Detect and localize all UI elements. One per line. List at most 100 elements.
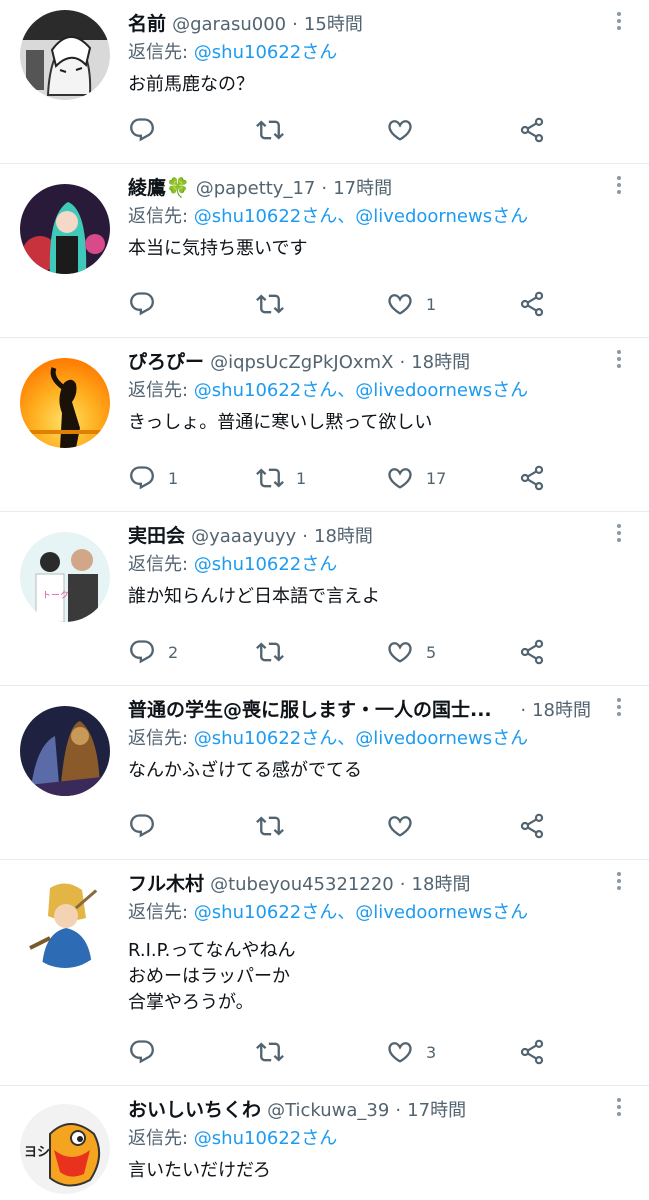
timestamp[interactable]: 18時間 [532, 700, 591, 721]
timestamp[interactable]: 18時間 [411, 352, 470, 373]
like-button[interactable]: 5 [386, 636, 436, 668]
more-options-icon[interactable] [615, 872, 623, 894]
user-handle[interactable]: @tubeyou45321220 [210, 874, 394, 895]
avatar[interactable]: ヨシ [20, 1104, 110, 1194]
retweet-button[interactable]: 1 [256, 462, 306, 494]
user-handle[interactable]: @garasu000 [172, 14, 286, 35]
reply-button[interactable] [128, 114, 168, 146]
reply-to-link[interactable]: @shu10622さん [194, 1128, 337, 1149]
share-button[interactable] [518, 1036, 546, 1068]
share-button[interactable] [518, 810, 546, 842]
display-name[interactable]: 名前 [128, 13, 166, 35]
like-count: 3 [426, 1042, 437, 1062]
reply-to-link[interactable]: @shu10622さん、@livedoornewsさん [194, 902, 528, 923]
retweet-button[interactable] [256, 810, 296, 842]
retweet-count: 1 [296, 468, 307, 488]
reply-to-link[interactable]: @shu10622さん、@livedoornewsさん [194, 206, 528, 227]
tweet-header: フル木村 @tubeyou45321220 · 18時間 [128, 870, 609, 898]
reply-to-line: 返信先: @shu10622さん [128, 1126, 629, 1152]
retweet-icon [256, 1038, 284, 1066]
reply-to-link[interactable]: @shu10622さん [194, 42, 337, 63]
reply-to-line: 返信先: @shu10622さん、@livedoornewsさん [128, 900, 629, 926]
reply-button[interactable]: 2 [128, 636, 178, 668]
heart-icon [386, 1038, 414, 1066]
retweet-button[interactable] [256, 1036, 296, 1068]
share-icon [518, 464, 546, 492]
display-name[interactable]: 普通の学生@喪に服します・一人の国士... [128, 696, 492, 724]
heart-icon [386, 464, 414, 492]
tweet-item[interactable]: ヨシ おいしいちくわ @Tickuwa_39 · 17時間 返信先: @shu1… [0, 1086, 649, 1200]
like-button[interactable] [386, 810, 426, 842]
retweet-icon [256, 638, 284, 666]
reply-button[interactable] [128, 1036, 168, 1068]
reply-to-link[interactable]: @shu10622さん [194, 554, 337, 575]
display-name[interactable]: ぴろぴー [128, 351, 204, 373]
tweet-item[interactable]: フル木村 @tubeyou45321220 · 18時間 返信先: @shu10… [0, 860, 649, 1086]
tweet-header: 名前 @garasu000 · 15時間 [128, 10, 609, 38]
reply-button[interactable] [128, 810, 168, 842]
avatar[interactable]: トーク [20, 532, 110, 622]
avatar[interactable] [20, 706, 110, 796]
like-button[interactable]: 3 [386, 1036, 436, 1068]
display-name[interactable]: おいしいちくわ [128, 1099, 261, 1121]
retweet-icon [256, 464, 284, 492]
like-button[interactable]: 17 [386, 462, 446, 494]
like-count: 17 [426, 468, 447, 488]
user-handle[interactable]: @iqpsUcZgPkJOxmX [210, 352, 393, 373]
more-options-icon[interactable] [615, 698, 623, 720]
timestamp[interactable]: 15時間 [304, 14, 363, 35]
tweet-item[interactable]: ぴろぴー @iqpsUcZgPkJOxmX · 18時間 返信先: @shu10… [0, 338, 649, 512]
timestamp[interactable]: 18時間 [412, 874, 471, 895]
reply-button[interactable]: 1 [128, 462, 178, 494]
avatar[interactable] [20, 878, 110, 968]
avatar[interactable] [20, 10, 110, 100]
display-name[interactable]: フル木村 [128, 873, 204, 895]
reply-prefix: 返信先: [128, 1128, 194, 1149]
more-options-icon[interactable] [615, 1098, 623, 1120]
tweet-item[interactable]: トーク 実田会 @yaaayuyy · 18時間 返信先: @shu10622さ… [0, 512, 649, 686]
tweet-item[interactable]: 普通の学生@喪に服します・一人の国士... · 18時間 返信先: @shu10… [0, 686, 649, 860]
retweet-button[interactable] [256, 114, 296, 146]
reply-to-link[interactable]: @shu10622さん、@livedoornewsさん [194, 380, 528, 401]
display-name[interactable]: 実田会 [128, 525, 185, 547]
retweet-button[interactable] [256, 288, 296, 320]
reply-to-link[interactable]: @shu10622さん、@livedoornewsさん [194, 728, 528, 749]
retweet-button[interactable] [256, 636, 296, 668]
reply-prefix: 返信先: [128, 554, 194, 575]
more-options-icon[interactable] [615, 12, 623, 34]
more-options-icon[interactable] [615, 350, 623, 372]
reply-button[interactable] [128, 288, 168, 320]
heart-icon [386, 812, 414, 840]
user-handle[interactable]: @yaaayuyy [191, 526, 296, 547]
share-button[interactable] [518, 288, 546, 320]
heart-icon [386, 116, 414, 144]
avatar[interactable] [20, 184, 110, 274]
tweet-text: なんかふざけてる感がでてる [128, 760, 362, 781]
avatar[interactable] [20, 358, 110, 448]
display-name[interactable]: 綾鷹 [128, 177, 166, 199]
tweet-actions [128, 810, 629, 842]
timestamp[interactable]: 17時間 [333, 178, 392, 199]
tweet-actions: 2 5 [128, 636, 629, 668]
user-handle[interactable]: @Tickuwa_39 [267, 1100, 389, 1121]
more-options-icon[interactable] [615, 176, 623, 198]
tweet-text: 誰か知らんけど日本語で言えよ [128, 586, 380, 607]
more-options-icon[interactable] [615, 524, 623, 546]
share-icon [518, 1038, 546, 1066]
share-button[interactable] [518, 462, 546, 494]
like-button[interactable] [386, 114, 426, 146]
tweet-text: 本当に気持ち悪いです [128, 238, 308, 259]
user-handle[interactable]: @papetty_17 [196, 178, 316, 199]
share-icon [518, 290, 546, 318]
reply-prefix: 返信先: [128, 728, 194, 749]
tweet-item[interactable]: 名前 @garasu000 · 15時間 返信先: @shu10622さん お前… [0, 0, 649, 164]
share-button[interactable] [518, 636, 546, 668]
reply-prefix: 返信先: [128, 42, 194, 63]
avatar-logo-text: ヨシ [24, 1145, 50, 1160]
share-button[interactable] [518, 114, 546, 146]
tweet-item[interactable]: 綾鷹🍀 @papetty_17 · 17時間 返信先: @shu10622さん、… [0, 164, 649, 338]
reply-to-line: 返信先: @shu10622さん [128, 40, 629, 66]
like-button[interactable]: 1 [386, 288, 436, 320]
timestamp[interactable]: 18時間 [314, 526, 373, 547]
timestamp[interactable]: 17時間 [407, 1100, 466, 1121]
